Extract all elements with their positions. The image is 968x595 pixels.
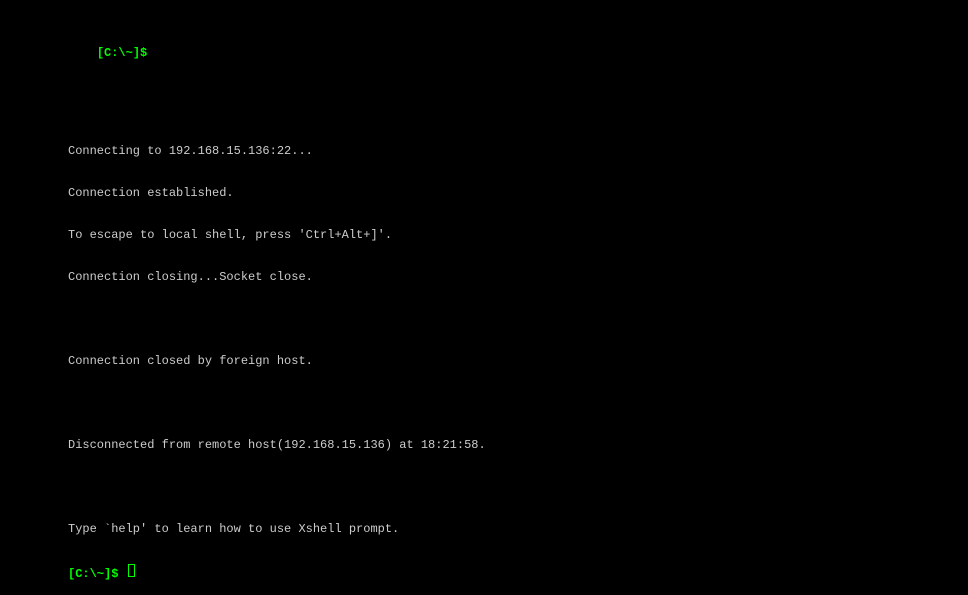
output-line: Connection closing...Socket close. xyxy=(68,270,968,284)
output-line: Connection established. xyxy=(68,186,968,200)
prompt-line-2[interactable]: [C:\~]$ xyxy=(68,564,968,581)
shell-prompt: [C:\~]$ xyxy=(68,567,126,581)
output-line: Type `help' to learn how to use Xshell p… xyxy=(68,522,968,536)
output-line: Connecting to 192.168.15.136:22... xyxy=(68,144,968,158)
blank-line xyxy=(68,396,968,410)
terminal-output[interactable]: [C:\~]$ Connecting to 192.168.15.136:22.… xyxy=(68,4,968,595)
prompt-line-1: [C:\~]$ xyxy=(68,32,968,74)
output-line: Connection closed by foreign host. xyxy=(68,354,968,368)
blank-line xyxy=(68,480,968,494)
blank-line xyxy=(68,312,968,326)
shell-prompt: [C:\~]$ xyxy=(97,46,155,60)
blank-line xyxy=(68,102,968,116)
output-line: Disconnected from remote host(192.168.15… xyxy=(68,438,968,452)
output-line: To escape to local shell, press 'Ctrl+Al… xyxy=(68,228,968,242)
cursor-icon xyxy=(128,564,135,577)
